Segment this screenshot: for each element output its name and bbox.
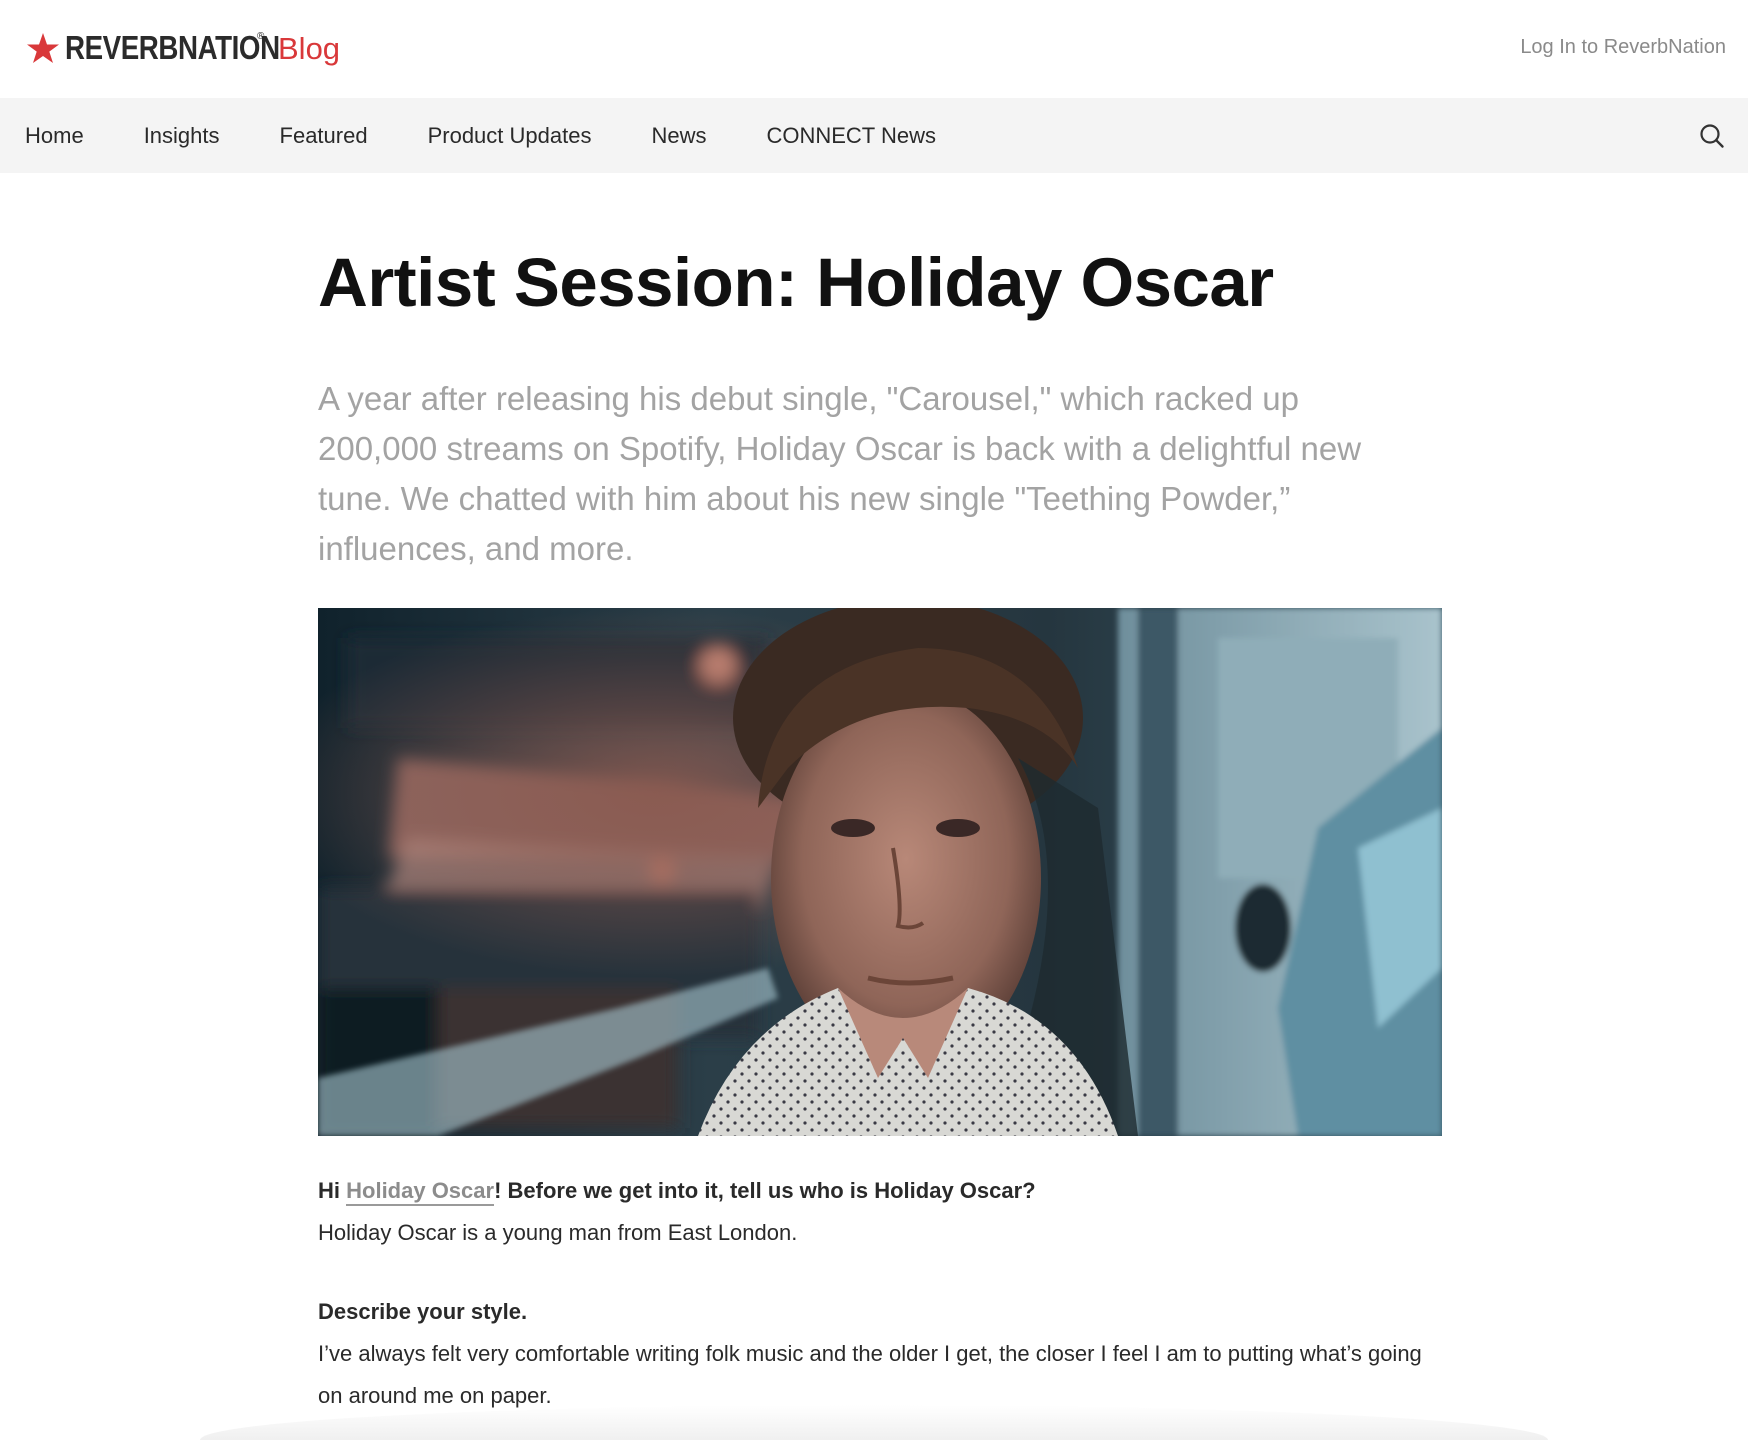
brand-section-label: Blog <box>278 31 341 66</box>
registered-mark: ® <box>257 31 265 42</box>
article-title: Artist Session: Holiday Oscar <box>318 244 1274 321</box>
hero-image <box>318 608 1442 1136</box>
interview-answer: I’ve always felt very comfortable writin… <box>318 1341 1422 1408</box>
portrait-photo <box>318 608 1442 1136</box>
login-link[interactable]: Log In to ReverbNation <box>1520 36 1726 59</box>
main-nav: Home Insights Featured Product Updates N… <box>0 98 1748 173</box>
artist-link[interactable]: Holiday Oscar <box>346 1178 495 1206</box>
nav-list: Home Insights Featured Product Updates N… <box>25 98 996 173</box>
interview-answer: Holiday Oscar is a young man from East L… <box>318 1220 798 1245</box>
interview-question: Hi Holiday Oscar! Before we get into it,… <box>318 1170 1442 1212</box>
nav-item-home[interactable]: Home <box>25 123 84 149</box>
question-prefix: Hi <box>318 1178 347 1203</box>
nav-item-news[interactable]: News <box>651 123 706 149</box>
qa-block: Describe your style. I’ve always felt ve… <box>318 1291 1442 1417</box>
brand-wordmark: REVERBNATION <box>65 29 280 66</box>
nav-item-insights[interactable]: Insights <box>144 123 220 149</box>
site-header: REVERBNATION ® Blog Log In to ReverbNati… <box>0 0 1748 98</box>
search-icon[interactable] <box>1698 122 1726 150</box>
star-icon <box>27 33 59 63</box>
qa-block: Hi Holiday Oscar! Before we get into it,… <box>318 1170 1442 1254</box>
article-lede: A year after releasing his debut single,… <box>318 380 1362 567</box>
question-suffix: ! Before we get into it, tell us who is … <box>494 1178 1036 1203</box>
interview-question: Describe your style. <box>318 1299 528 1324</box>
nav-item-product-updates[interactable]: Product Updates <box>428 123 592 149</box>
site-logo[interactable]: REVERBNATION ® Blog <box>26 28 340 68</box>
nav-item-connect-news[interactable]: CONNECT News <box>766 123 936 149</box>
nav-item-featured[interactable]: Featured <box>280 123 368 149</box>
